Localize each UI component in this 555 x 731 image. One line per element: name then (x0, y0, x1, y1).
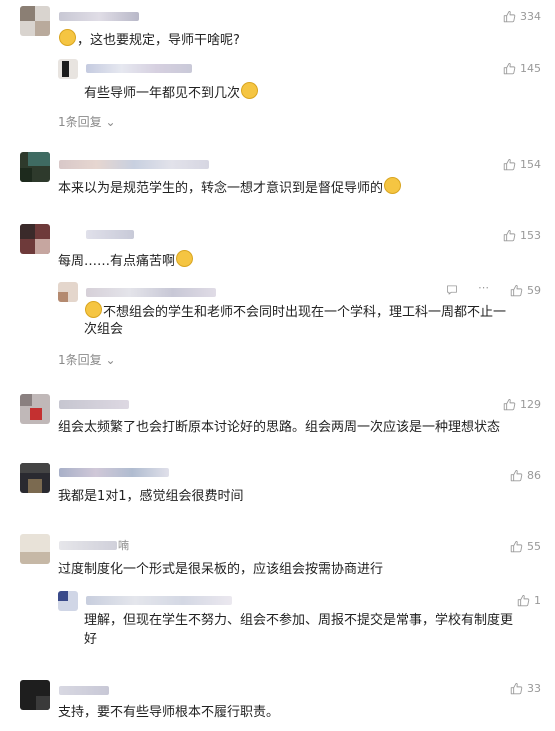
more-replies-link[interactable]: 1条回复 ⌄ (58, 113, 116, 130)
like-count: 1 (534, 594, 541, 607)
comment-text: 过度制度化一个形式是很呆板的，应该组会按需协商进行 (58, 562, 384, 577)
chevron-down-icon: ⌄ (105, 353, 116, 367)
reply-text: 理解，但现在学生不努力、组会不参加、周报不提交是常事，学校有制度更 (84, 613, 514, 628)
reply-text-line2: 好 (84, 632, 98, 647)
grin-emoji-icon (384, 177, 402, 194)
thumbs-up-icon (503, 62, 516, 75)
like-button[interactable]: 153 (503, 229, 541, 242)
like-count: 33 (527, 682, 541, 695)
sad-emoji-icon (176, 250, 194, 267)
thumbs-up-icon (517, 594, 530, 607)
thumbs-up-icon (510, 540, 523, 553)
like-count: 55 (527, 540, 541, 553)
avatar[interactable] (20, 152, 50, 182)
avatar[interactable] (58, 591, 78, 611)
avatar[interactable] (20, 463, 50, 493)
like-count: 86 (527, 469, 541, 482)
thumbs-up-icon (503, 398, 516, 411)
username[interactable] (59, 468, 169, 477)
thumbs-up-icon (503, 10, 516, 23)
thumbs-up-icon (510, 469, 523, 482)
reply-text: 不想组会的学生和老师不会同时出现在一个学科，理工科一周都不止一 (84, 301, 506, 323)
like-button[interactable]: 145 (503, 62, 541, 75)
avatar[interactable] (58, 282, 78, 302)
username[interactable] (86, 596, 232, 605)
username[interactable] (59, 400, 129, 409)
username[interactable] (59, 12, 139, 21)
thumbs-up-icon (510, 682, 523, 695)
like-button[interactable]: 55 (510, 540, 541, 553)
avatar[interactable] (20, 6, 50, 36)
like-count: 334 (520, 10, 541, 23)
username-fragment: 喃 (118, 539, 129, 552)
more-replies-link[interactable]: 1条回复 ⌄ (58, 351, 116, 368)
username[interactable] (86, 64, 192, 73)
avatar[interactable] (20, 534, 50, 564)
avatar[interactable] (20, 680, 50, 710)
like-button[interactable]: 129 (503, 398, 541, 411)
smile-emoji-icon (59, 29, 76, 46)
like-button[interactable]: 334 (503, 10, 541, 23)
comment-bubble-icon[interactable] (446, 284, 458, 296)
like-button[interactable]: 86 (510, 469, 541, 482)
like-count: 154 (520, 158, 541, 171)
chevron-down-icon: ⌄ (105, 115, 116, 129)
like-button[interactable]: 33 (510, 682, 541, 695)
thumbs-up-icon (510, 284, 523, 297)
username[interactable] (59, 686, 109, 695)
comment-text: 本来以为是规范学生的，转念一想才意识到是督促导师的 (58, 177, 402, 199)
avatar[interactable] (58, 59, 78, 79)
thumbs-up-icon (503, 158, 516, 171)
username[interactable] (59, 541, 117, 550)
reply-text-line2: 次组会 (84, 322, 124, 337)
sweat-emoji-icon (85, 301, 102, 318)
like-count: 59 (527, 284, 541, 297)
comment-text: 支持，要不有些导师根本不履行职责。 (58, 705, 280, 720)
comment-text: 组会太频繁了也会打断原本讨论好的思路。组会两周一次应该是一种理想状态 (58, 420, 501, 435)
like-count: 129 (520, 398, 541, 411)
like-button[interactable]: 154 (503, 158, 541, 171)
comment-text: 每周……有点痛苦啊 (58, 250, 194, 272)
more-options-icon[interactable]: ⋯ (478, 281, 489, 294)
username[interactable] (86, 230, 134, 239)
thumbs-up-icon (503, 229, 516, 242)
avatar[interactable] (20, 394, 50, 424)
like-count: 145 (520, 62, 541, 75)
like-count: 153 (520, 229, 541, 242)
like-button[interactable]: 1 (517, 594, 541, 607)
avatar[interactable] (20, 224, 50, 254)
comment-text: 我都是1对1，感觉组会很费时间 (58, 489, 244, 504)
username[interactable] (86, 288, 216, 297)
laugh-emoji-icon (241, 82, 259, 99)
username[interactable] (59, 160, 209, 169)
comment-text: ，这也要规定，导师干啥呢? (58, 29, 240, 51)
like-button[interactable]: 59 (510, 284, 541, 297)
reply-text: 有些导师一年都见不到几次 (84, 82, 259, 104)
